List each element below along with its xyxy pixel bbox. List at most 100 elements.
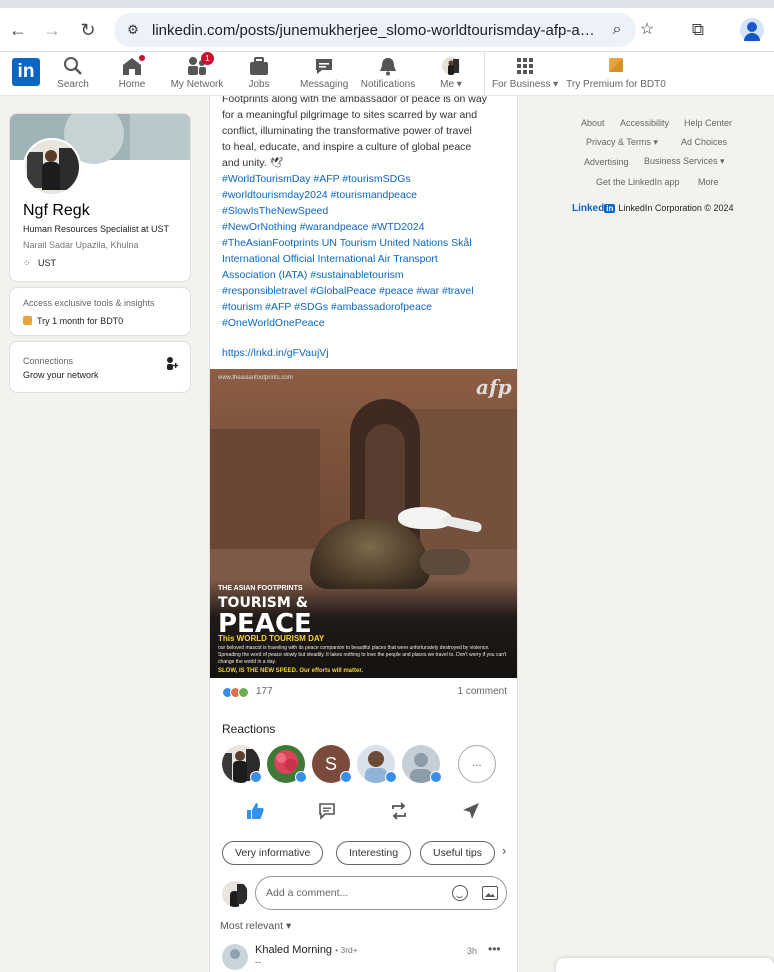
more-reactors-button[interactable]: ...	[458, 745, 496, 783]
premium-card[interactable]: Access exclusive tools & insights Try 1 …	[9, 287, 191, 336]
briefcase-icon	[248, 56, 270, 76]
nav-divider	[484, 52, 485, 96]
image-subtitle: This WORLD TOURISM DAY	[218, 634, 325, 643]
footer-link-help-center[interactable]: Help Center	[684, 118, 732, 128]
suggestion-chip[interactable]: Very informative	[222, 841, 324, 865]
reactors-list: S ...	[222, 745, 507, 785]
like-icon[interactable]	[244, 801, 266, 823]
support-reaction-icon	[238, 687, 249, 698]
suggestion-chip[interactable]: Interesting	[336, 841, 412, 865]
current-user-avatar	[222, 881, 248, 907]
image-tag: THE ASIAN FOOTPRINTS	[218, 585, 303, 592]
post-hashtags[interactable]: #WorldTourismDay #AFP #tourismSDGs #worl…	[222, 171, 507, 331]
send-icon[interactable]	[460, 801, 482, 823]
nav-messaging[interactable]: Messaging	[300, 56, 348, 94]
post-image[interactable]: www.theasianfootprints.com afp THE ASIAN…	[210, 369, 517, 678]
like-badge-icon	[385, 771, 397, 783]
image-watermark: www.theasianfootprints.com	[218, 375, 293, 381]
premium-trial-link[interactable]: Try 1 month for BDT0	[23, 316, 123, 326]
emoji-icon[interactable]	[452, 885, 468, 901]
profile-headline: Human Resources Specialist at UST	[23, 224, 170, 234]
like-badge-icon	[430, 771, 442, 783]
url-text[interactable]: linkedin.com/posts/junemukherjee_slomo-w…	[152, 22, 598, 39]
connections-card[interactable]: Connections Grow your network	[9, 341, 191, 393]
messaging-icon	[313, 56, 335, 76]
footer-link-accessibility[interactable]: Accessibility	[620, 118, 669, 128]
image-body-text: our beloved mascot is traveling with its…	[218, 645, 507, 665]
reaction-count[interactable]: 177	[256, 686, 273, 697]
address-bar[interactable]: ⚙ linkedin.com/posts/junemukherjee_slomo…	[114, 13, 654, 47]
sort-dropdown[interactable]: Most relevant ▾	[220, 920, 291, 932]
chevron-right-icon[interactable]: ›	[502, 843, 506, 858]
nav-try-premium[interactable]: Try Premium for BDT0	[566, 56, 666, 94]
nav-for-business[interactable]: For Business ▾	[492, 56, 558, 94]
search-icon	[62, 56, 84, 76]
browser-tabstrip	[0, 0, 774, 8]
reload-icon[interactable]: ↻	[76, 18, 100, 42]
post-detail: Footprints along with the ambassador of …	[209, 96, 518, 972]
connections-title: Connections	[23, 356, 74, 366]
add-person-icon[interactable]	[166, 356, 179, 370]
messaging-overlay[interactable]	[556, 958, 774, 972]
image-footer-text: SLOW, IS THE NEW SPEED. Our efforts will…	[218, 668, 364, 674]
premium-caption: Access exclusive tools & insights	[23, 298, 155, 308]
comment-time: 3h	[467, 946, 478, 956]
browser-toolbar: ← → ↻ ⚙ linkedin.com/posts/junemukherjee…	[0, 8, 774, 52]
company-icon: ⁘	[23, 258, 31, 268]
zoom-icon[interactable]: ⌕	[608, 21, 626, 39]
footer-link-advertising[interactable]: Advertising	[584, 157, 629, 167]
post-link[interactable]: https://lnkd.in/gFVaujVj	[222, 347, 329, 359]
linkedin-logo-icon[interactable]: in	[12, 58, 40, 86]
footer-link-about[interactable]: About	[581, 118, 605, 128]
nav-my-network[interactable]: 1 My Network	[168, 52, 226, 94]
network-icon: 1	[186, 52, 214, 76]
profile-company[interactable]: ⁘ UST	[23, 258, 56, 268]
commenter-name[interactable]: Khaled Morning • 3rd+	[255, 944, 358, 956]
more-options-icon[interactable]: •••	[488, 942, 501, 956]
grid-icon	[514, 56, 536, 76]
like-badge-icon	[295, 771, 307, 783]
reactions-heading: Reactions	[222, 722, 276, 736]
extensions-icon[interactable]: ⧉	[686, 18, 710, 42]
profile-name[interactable]: Ngf Regk	[23, 202, 90, 220]
footer-link-business-services[interactable]: Business Services ▾	[644, 156, 725, 167]
nav-search[interactable]: Search	[56, 56, 90, 94]
home-notification-dot	[137, 53, 147, 63]
comment-composer: Add a comment...	[222, 876, 507, 910]
comment-item: Khaled Morning • 3rd+ 3h ••• --	[222, 942, 507, 972]
back-icon[interactable]: ←	[6, 18, 30, 42]
site-info-icon[interactable]: ⚙	[124, 21, 142, 39]
grow-network-link[interactable]: Grow your network	[23, 370, 99, 380]
suggested-comments: Very informative Interesting Useful tips…	[222, 841, 517, 865]
profile-avatar[interactable]	[23, 138, 81, 196]
forward-icon[interactable]: →	[40, 18, 64, 42]
linkedin-navbar: in Search Home 1 My Network Jobs Messagi…	[0, 52, 774, 96]
post-body: Footprints along with the ambassador of …	[222, 96, 487, 169]
profile-icon[interactable]	[740, 18, 764, 42]
nav-home[interactable]: Home	[116, 53, 148, 94]
repost-icon[interactable]	[388, 801, 410, 823]
comment-input[interactable]: Add a comment...	[255, 876, 507, 910]
premium-icon	[605, 56, 627, 76]
commenter-avatar[interactable]	[222, 944, 248, 970]
nav-me[interactable]: Me ▾	[436, 56, 466, 94]
footer-link-ad-choices[interactable]: Ad Choices	[681, 137, 727, 147]
profile-card[interactable]: Ngf Regk Human Resources Specialist at U…	[9, 113, 191, 282]
comment-icon[interactable]	[316, 801, 338, 823]
footer-link-privacy[interactable]: Privacy & Terms ▾	[586, 137, 658, 148]
nav-notifications[interactable]: Notifications	[360, 56, 416, 94]
footer-link-get-app[interactable]: Get the LinkedIn app	[596, 177, 680, 187]
network-badge: 1	[201, 52, 214, 65]
footer-brand: Linked in LinkedIn Corporation © 2024	[572, 203, 734, 214]
like-badge-icon	[250, 771, 262, 783]
star-icon[interactable]: ☆	[638, 21, 656, 39]
like-badge-icon	[340, 771, 352, 783]
profile-location: Narail Sadar Upazila, Khulna	[23, 240, 139, 250]
bell-icon	[377, 56, 399, 76]
image-icon[interactable]	[482, 886, 498, 900]
nav-jobs[interactable]: Jobs	[244, 56, 274, 94]
footer-link-more[interactable]: More	[698, 177, 719, 187]
reactions-summary[interactable]: 177 1 comment	[222, 685, 507, 701]
comment-count[interactable]: 1 comment	[458, 686, 507, 697]
suggestion-chip[interactable]: Useful tips	[420, 841, 496, 865]
